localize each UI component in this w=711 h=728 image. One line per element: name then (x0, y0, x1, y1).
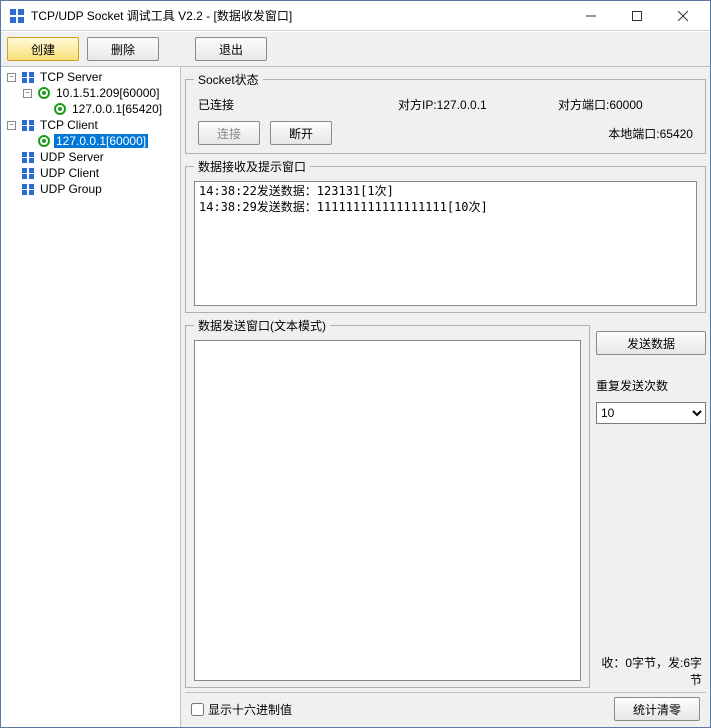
tree-label: UDP Client (38, 166, 101, 180)
hex-checkbox[interactable]: 显示十六进制值 (191, 701, 292, 718)
close-button[interactable] (660, 2, 706, 30)
tree-label: UDP Group (38, 182, 104, 196)
send-group-title: 数据发送窗口(文本模式) (194, 317, 330, 334)
peer-ip: 对方IP:127.0.0.1 (398, 96, 558, 113)
tree-label: 127.0.0.1[65420] (70, 102, 164, 116)
collapse-icon[interactable]: − (7, 121, 16, 130)
hex-checkbox-input[interactable] (191, 703, 204, 716)
tree-label: TCP Server (38, 70, 104, 84)
send-textarea[interactable] (194, 340, 581, 681)
client-icon (21, 166, 35, 180)
create-button[interactable]: 创建 (7, 37, 79, 61)
disconnect-button[interactable]: 断开 (270, 121, 332, 145)
receive-log[interactable]: 14:38:22发送数据：123131[1次] 14:38:29发送数据：111… (194, 181, 697, 306)
rx-tx-counter: 收：0字节，发:6字节 (596, 654, 706, 688)
tree-label: 10.1.51.209[60000] (54, 86, 161, 100)
reset-counter-button[interactable]: 统计清零 (614, 697, 700, 721)
send-button[interactable]: 发送数据 (596, 331, 706, 355)
maximize-button[interactable] (614, 2, 660, 30)
server-icon (21, 70, 35, 84)
tree-client-node-selected[interactable]: 127.0.0.1[60000] (5, 133, 180, 149)
tree-tcp-server[interactable]: − TCP Server (5, 69, 180, 85)
tree-server-node[interactable]: − 10.1.51.209[60000] (5, 85, 180, 101)
endpoint-icon (37, 134, 51, 148)
connection-tree[interactable]: − TCP Server − 10.1.51.209[60000] 127.0.… (1, 67, 181, 727)
local-port: 本地端口:65420 (608, 125, 693, 142)
exit-button[interactable]: 退出 (195, 37, 267, 61)
peer-port: 对方端口:60000 (558, 96, 688, 113)
collapse-icon[interactable]: − (23, 89, 32, 98)
tree-tcp-client[interactable]: − TCP Client (5, 117, 180, 133)
connect-button[interactable]: 连接 (198, 121, 260, 145)
tree-label: 127.0.0.1[60000] (54, 134, 148, 148)
tree-udp-server[interactable]: UDP Server (5, 149, 180, 165)
app-icon (9, 8, 25, 24)
connection-state: 已连接 (198, 96, 398, 113)
listen-icon (37, 86, 51, 100)
server-icon (21, 150, 35, 164)
receive-log-title: 数据接收及提示窗口 (194, 158, 310, 175)
endpoint-icon (53, 102, 67, 116)
tree-udp-client[interactable]: UDP Client (5, 165, 180, 181)
tree-label: UDP Server (38, 150, 106, 164)
hex-checkbox-label: 显示十六进制值 (208, 701, 292, 718)
delete-button[interactable]: 删除 (87, 37, 159, 61)
tree-udp-group[interactable]: UDP Group (5, 181, 180, 197)
tree-server-client[interactable]: 127.0.0.1[65420] (5, 101, 180, 117)
repeat-label: 重复发送次数 (596, 377, 706, 394)
receive-log-group: 数据接收及提示窗口 14:38:22发送数据：123131[1次] 14:38:… (185, 158, 706, 313)
repeat-count-select[interactable]: 10 (596, 402, 706, 424)
minimize-button[interactable] (568, 2, 614, 30)
tree-label: TCP Client (38, 118, 100, 132)
collapse-icon[interactable]: − (7, 73, 16, 82)
socket-status-title: Socket状态 (194, 71, 263, 88)
send-group: 数据发送窗口(文本模式) (185, 317, 590, 688)
window-title: TCP/UDP Socket 调试工具 V2.2 - [数据收发窗口] (31, 7, 568, 24)
client-icon (21, 118, 35, 132)
socket-status-group: Socket状态 已连接 对方IP:127.0.0.1 对方端口:60000 连… (185, 71, 706, 154)
group-icon (21, 182, 35, 196)
